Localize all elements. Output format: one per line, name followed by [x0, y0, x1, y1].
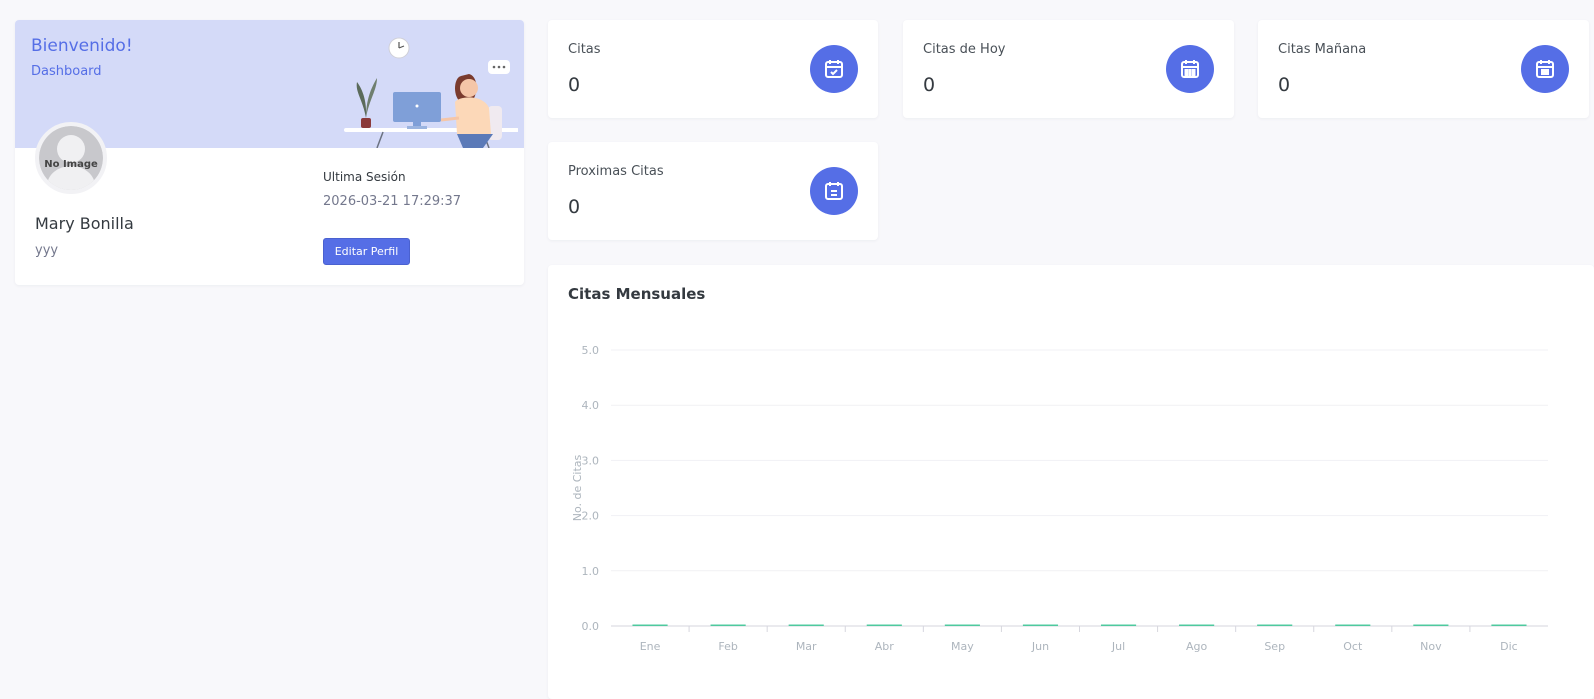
- bar: [1257, 624, 1293, 626]
- edit-profile-button[interactable]: Editar Perfil: [323, 238, 410, 265]
- stat-card-citas-hoy: Citas de Hoy 0: [903, 20, 1234, 118]
- bar: [788, 624, 824, 626]
- calendar-grid-icon: [1166, 45, 1214, 93]
- y-tick-label: 2.0: [582, 510, 600, 523]
- bar: [1413, 624, 1449, 626]
- stat-card-citas-manana: Citas Mañana 0: [1258, 20, 1589, 118]
- avatar: No Image: [35, 122, 107, 194]
- chart-title: Citas Mensuales: [568, 285, 706, 303]
- x-tick-label: Jun: [1031, 640, 1049, 653]
- bar: [710, 624, 746, 626]
- x-tick-label: Dic: [1500, 640, 1518, 653]
- welcome-subtitle: Dashboard: [31, 64, 102, 79]
- avatar-placeholder: No Image: [39, 126, 103, 190]
- office-illustration: [344, 37, 518, 148]
- calendar-day-icon: [1521, 45, 1569, 93]
- stat-value: 0: [1278, 74, 1291, 96]
- x-tick-label: Jul: [1111, 640, 1125, 653]
- y-tick-label: 5.0: [582, 344, 600, 357]
- welcome-title: Bienvenido!: [31, 36, 133, 56]
- calendar-check-icon: [810, 45, 858, 93]
- y-axis-label: No. de Citas: [571, 454, 584, 521]
- x-tick-label: Ene: [640, 640, 661, 653]
- y-tick-label: 0.0: [582, 620, 600, 633]
- last-session-label: Ultima Sesión: [323, 170, 406, 184]
- bar: [1179, 624, 1215, 626]
- stat-label: Citas Mañana: [1278, 42, 1367, 57]
- stat-value: 0: [923, 74, 936, 96]
- bar: [1335, 624, 1371, 626]
- stat-label: Proximas Citas: [568, 164, 664, 179]
- last-session-value: 2026-03-21 17:29:37: [323, 194, 462, 209]
- stat-card-citas: Citas 0: [548, 20, 878, 118]
- profile-name: Mary Bonilla: [35, 214, 134, 233]
- x-tick-label: Oct: [1343, 640, 1363, 653]
- x-tick-label: Nov: [1420, 640, 1442, 653]
- bar: [944, 624, 980, 626]
- profile-role: yyy: [35, 243, 59, 258]
- x-tick-label: Sep: [1264, 640, 1285, 653]
- bar: [632, 624, 668, 626]
- monthly-appointments-chart: 0.0 1.0 2.0 3.0 4.0 5.0 No. de Citas Ene Feb Mar A…: [571, 344, 1548, 653]
- stat-value: 0: [568, 196, 581, 218]
- x-tick-label: Ago: [1186, 640, 1208, 653]
- y-tick-label: 4.0: [582, 399, 600, 412]
- calendar-list-icon: [810, 167, 858, 215]
- avatar-no-image-text: No Image: [44, 159, 98, 170]
- y-tick-label: 3.0: [582, 454, 600, 467]
- x-tick-label: May: [951, 640, 974, 653]
- x-tick-label: Mar: [796, 640, 817, 653]
- bar: [1100, 624, 1137, 626]
- stat-card-proximas-citas: Proximas Citas 0: [548, 142, 878, 240]
- x-tick-label: Feb: [718, 640, 737, 653]
- bar: [1491, 624, 1527, 626]
- bar: [1022, 624, 1059, 626]
- stat-label: Citas: [568, 42, 601, 57]
- profile-card: Bienvenido! Dashboard No Image Mary Boni…: [15, 20, 524, 285]
- x-tick-label: Abr: [875, 640, 895, 653]
- stat-label: Citas de Hoy: [923, 42, 1006, 57]
- bar: [866, 624, 902, 626]
- y-tick-label: 1.0: [582, 565, 600, 578]
- stat-value: 0: [568, 74, 581, 96]
- chart-card: 0.0 1.0 2.0 3.0 4.0 5.0 No. de Citas Ene Feb Mar A…: [548, 265, 1594, 699]
